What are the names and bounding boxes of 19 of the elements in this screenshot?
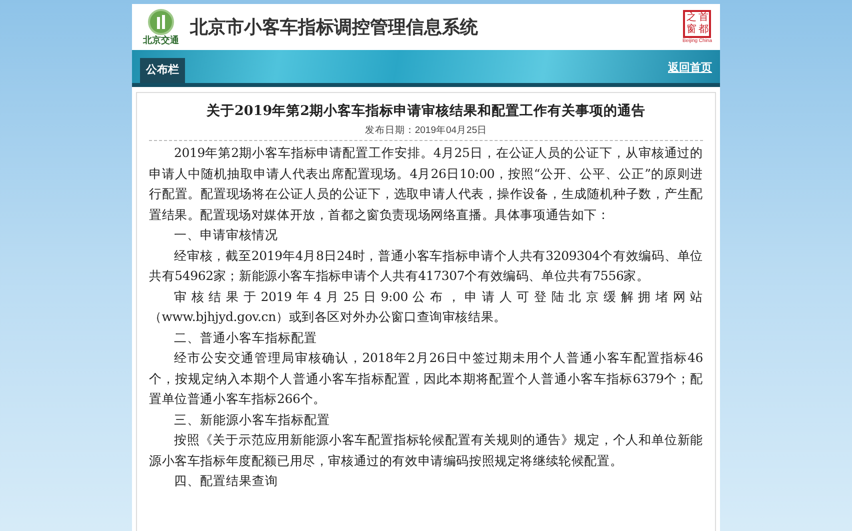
section-heading: 一、申请审核情况: [173, 226, 279, 244]
seal-character: 都: [697, 24, 710, 36]
notice-paragraph: 按照《关于示范应用新能源小客车配置指标轮候配置有关规则的通告》规定，个人和单位新能源小客车指标年度配额已用尽，审核通过的有效申请编码按照规定将继续轮候配置。: [149, 431, 703, 470]
notice-paragraph: 经审核，截至2019年4月8日24时，普通小客车指标申请个人共有3209304个有效编码、单位共有54962家；新能源小客车指标申请个人共有417307个有效编码、单位共有7556家。: [149, 246, 703, 285]
notice-paragraph: 2019年第2期小客车指标申请配置工作安排。4月25日，在公证人员的公证下，从审核通过的申请人中随机抽取申请人代表出席配置现场。4月26日10:00，按照“公开、公平、公正”的原则进行配置。配置现场将在公证人员的公证下，选取申请人代表，操作设备，生成随机种子数，产生配置结果。配置现场对媒体开放，首都之窗负责现场网络直播。具体事项通告如下：: [149, 144, 703, 224]
section-heading: 三、新能源小客车指标配置: [173, 410, 331, 428]
section-heading: 二、普通小客车指标配置: [173, 328, 318, 346]
logo-caption: 北京交通: [143, 35, 179, 45]
notice-paragraph: 经市公安交通管理局审核确认，2018年2月26日中签过期未用个人普通小客车配置指标46个，按规定纳入本期个人普通小客车指标配置，因此本期将配置个人普通小客车指标6379个；配置单位普通小客车指标266个。: [149, 349, 703, 408]
home-link[interactable]: 返回首页: [668, 60, 712, 76]
notice-title: 关于2019年第2期小客车指标申请审核结果和配置工作有关事项的通告: [205, 102, 646, 121]
bulletin-tab[interactable]: 公布栏: [140, 58, 185, 83]
seal-character: 之: [685, 12, 698, 24]
seal-character: 首: [697, 12, 710, 24]
section-heading: 四、配置结果查询: [173, 472, 279, 490]
seal-character: 窗: [685, 24, 698, 36]
publish-date: 发布日期：2019年04月25日: [364, 124, 488, 138]
system-title: 北京市小客车指标调控管理信息系统: [190, 16, 478, 38]
notice-paragraph: 审核结果于2019年4月25日9:00公布，申请人可登陆北京缓解拥堵网站（www.bjhjyd.gov.cn）或到各区对外办公窗口查询审核结果。: [149, 288, 703, 326]
